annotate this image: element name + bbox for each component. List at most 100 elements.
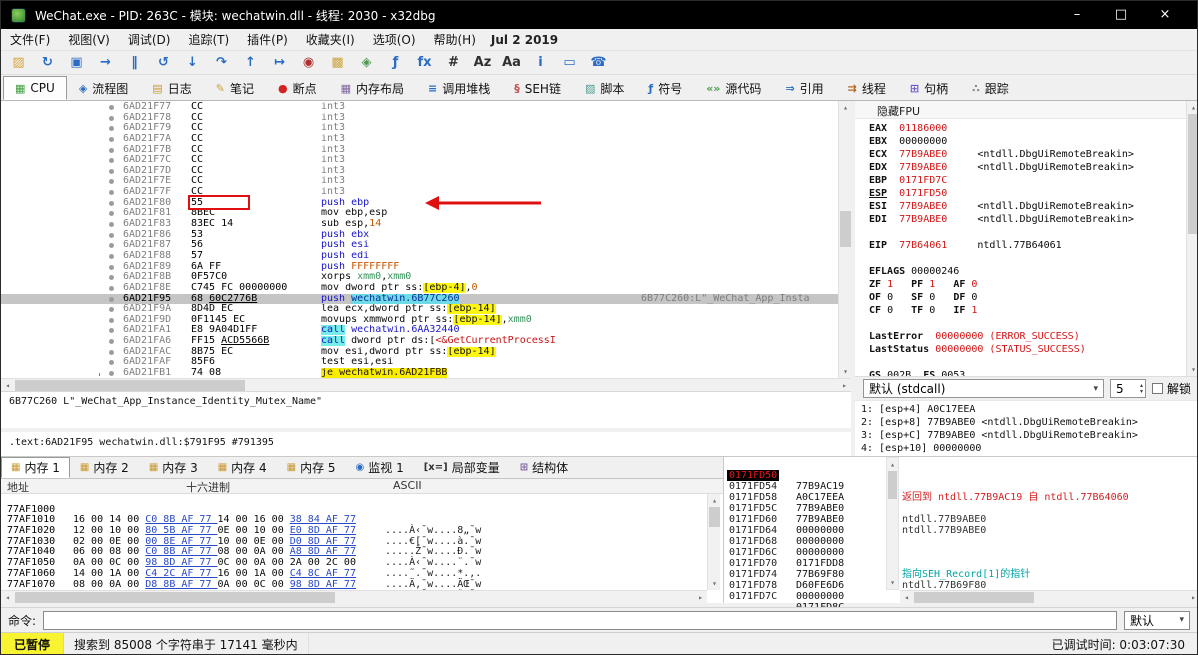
scroll-thumb[interactable]	[914, 592, 1034, 603]
breakpoint-dot[interactable]	[109, 349, 114, 355]
tab-locals[interactable]: [x=] 局部变量	[414, 457, 510, 478]
register-row[interactable]: ESI 77B9ABE0 <ntdll.DbgUiRemoteBreakin>	[869, 200, 1183, 213]
registers-vertical-scrollbar[interactable]: ▴ ▾	[1186, 101, 1197, 376]
breakpoint-dot[interactable]	[109, 126, 114, 132]
stack-row[interactable]: 0171FD74 D60FE6D6	[724, 558, 1197, 591]
breakpoint-dot[interactable]	[109, 158, 114, 164]
menu-item[interactable]: 帮助(H)	[425, 28, 485, 51]
tab-dump-5[interactable]: ▦ 内存 5	[277, 457, 346, 478]
restart-icon[interactable]: ↻	[33, 52, 62, 74]
stack-row[interactable]: 0171FD68 00000000	[724, 525, 1197, 558]
dump-horizontal-scrollbar[interactable]: ◂ ▸	[1, 590, 707, 603]
scroll-left-arrow[interactable]: ◂	[1, 591, 14, 604]
execute-till-return-icon[interactable]: ↑	[236, 52, 265, 74]
scroll-thumb[interactable]	[840, 211, 851, 247]
register-row[interactable]: EIP 77B64061 ntdll.77B64061	[869, 239, 1183, 252]
register-row[interactable]	[869, 356, 1183, 369]
tab-dump-1[interactable]: ▦ 内存 1	[1, 457, 70, 478]
search-icon[interactable]: ƒ	[381, 52, 410, 74]
disasm-row[interactable]: 6AD21F7C CC int3	[1, 155, 851, 166]
disasm-row[interactable]: 6AD21F7D CC int3	[1, 166, 851, 177]
scroll-left-arrow[interactable]: ◂	[1, 379, 14, 391]
open-file-icon[interactable]: ▨	[4, 52, 33, 74]
breakpoint-dot[interactable]	[109, 339, 114, 345]
scroll-up-arrow[interactable]: ▴	[1187, 101, 1197, 114]
scroll-right-arrow[interactable]: ▸	[838, 379, 851, 391]
stack-row[interactable]: 0171FD64 00000000	[724, 514, 1197, 547]
stack-horizontal-scrollbar[interactable]: ◂ ▸	[900, 590, 1197, 604]
scroll-right-arrow[interactable]: ▸	[1187, 591, 1197, 604]
arg-count-spinner[interactable]: 5 ▴ ▾	[1109, 379, 1146, 398]
breakpoint-dot[interactable]	[109, 190, 114, 196]
argument-row[interactable]: 3: [esp+C] 77B9ABE0 <ntdll.DbgUiRemoteBr…	[861, 429, 1197, 442]
breakpoint-dot[interactable]	[109, 243, 114, 249]
breakpoint-dot[interactable]	[109, 115, 114, 121]
register-row[interactable]: EBP 0171FD7C	[869, 174, 1183, 187]
breakpoint-dot[interactable]	[109, 285, 114, 291]
stack-view[interactable]: 0171FD50 77B9AC19 返回到 ntdll.77B9AC19 自 n…	[723, 457, 1197, 613]
scroll-up-arrow[interactable]: ▴	[708, 494, 721, 507]
tab-dump-3[interactable]: ▦ 内存 3	[139, 457, 208, 478]
windows-icon[interactable]: ▭	[555, 52, 584, 74]
register-row[interactable]: ECX 77B9ABE0 <ntdll.DbgUiRemoteBreakin>	[869, 148, 1183, 161]
scroll-right-arrow[interactable]: ▸	[694, 591, 707, 604]
disasm-row[interactable]: 6AD21F7A CC int3	[1, 134, 851, 145]
breakpoint-dot[interactable]	[109, 296, 114, 302]
disasm-row[interactable]: 6AD21F79 CC int3	[1, 123, 851, 134]
dump-row[interactable]: 77AF1000 16 00 14 00 C0 8B AF 77 14 00 1…	[1, 494, 707, 536]
breakpoint-dot[interactable]	[109, 264, 114, 270]
register-row[interactable]: LastError 00000000 (ERROR_SUCCESS)	[869, 330, 1183, 343]
tab-dump-4[interactable]: ▦ 内存 4	[208, 457, 277, 478]
disasm-row[interactable]: 6AD21F80 55 push ebp	[1, 198, 851, 209]
breakpoint-dot[interactable]	[109, 328, 114, 334]
argument-row[interactable]: 1: [esp+4] A0C17EEA	[861, 403, 1197, 416]
register-row[interactable]: EDI 77B9ABE0 <ntdll.DbgUiRemoteBreakin>	[869, 213, 1183, 226]
stack-row[interactable]: 0171FD54 A0C17EEA	[724, 470, 1197, 503]
disasm-row[interactable]: 6AD21F78 CC int3	[1, 113, 851, 124]
breakpoint-dot[interactable]	[109, 179, 114, 185]
breakpoint-dot[interactable]	[109, 307, 114, 313]
stack-row[interactable]: 0171FD5C 77B9ABE0 ntdll.77B9ABE0	[724, 492, 1197, 536]
scroll-down-arrow[interactable]: ▾	[839, 365, 851, 378]
disasm-row[interactable]: 6AD21F83 83EC 14 sub esp,14	[1, 219, 851, 230]
tab-handles[interactable]: ⊞ 句柄	[898, 76, 960, 100]
tab-struct[interactable]: ⊞ 结构体	[510, 457, 578, 478]
register-row[interactable]: OF 0 SF 0 DF 0	[869, 291, 1183, 304]
stack-vertical-scrollbar[interactable]: ▴ ▾	[886, 457, 899, 590]
disasm-row[interactable]: 6AD21FA6 FF15 ACD5566B call dword ptr ds…	[1, 336, 851, 347]
menu-item[interactable]: 收藏夹(I)	[297, 28, 364, 51]
register-row[interactable]	[869, 317, 1183, 330]
disasm-vertical-scrollbar[interactable]: ▴ ▾	[838, 101, 851, 378]
disasm-row[interactable]: 6AD21F86 53 push ebx	[1, 230, 851, 241]
scroll-left-arrow[interactable]: ◂	[900, 591, 913, 604]
pause-icon[interactable]: ‖	[120, 52, 149, 74]
breakpoint-dot[interactable]	[109, 147, 114, 153]
maximize-button[interactable]: □	[1099, 1, 1143, 29]
run-to-cursor-icon[interactable]: ↦	[265, 52, 294, 74]
scroll-thumb[interactable]	[709, 507, 720, 527]
register-row[interactable]	[869, 226, 1183, 239]
breakpoint-dot[interactable]	[109, 371, 114, 377]
dump-row[interactable]: 77AF1060 08 00 0A 00 D8 8B AF 77 0A 00 0…	[1, 558, 707, 590]
scroll-up-arrow[interactable]: ▴	[839, 101, 851, 114]
disasm-row[interactable]: 6AD21F88 57 push edi	[1, 251, 851, 262]
tab-call-stack[interactable]: ≡ 调用堆栈	[416, 76, 502, 100]
minimize-button[interactable]: –	[1055, 1, 1099, 29]
scroll-thumb[interactable]	[15, 380, 245, 391]
stack-row[interactable]: 0171FD78 00000000	[724, 569, 1197, 602]
dump-vertical-scrollbar[interactable]: ▴ ▾	[707, 494, 720, 590]
tab-threads[interactable]: ⇉ 线程	[836, 76, 898, 100]
scroll-down-arrow[interactable]: ▾	[708, 577, 721, 590]
disassembly-view[interactable]: 6AD21F77 CC int3 6AD21F78 CC int3 6AD21F…	[1, 101, 851, 391]
checkbox-box[interactable]	[1151, 383, 1163, 394]
disasm-row[interactable]: 6AD21F7B CC int3	[1, 145, 851, 156]
register-row[interactable]	[869, 252, 1183, 265]
dump-row[interactable]: 77AF1070 08 00 0A 00 A4 D7 AF 77 18 00 1…	[1, 569, 707, 590]
graph-toolbar-icon[interactable]: ◈	[352, 52, 381, 74]
breakpoint-dot[interactable]	[109, 168, 114, 174]
spinner-arrows-icon[interactable]: ▴ ▾	[1140, 382, 1143, 395]
disasm-row[interactable]: 6AD21F7F CC int3	[1, 187, 851, 198]
info-icon[interactable]: i	[526, 52, 555, 74]
disasm-row[interactable]: 6AD21F9D 0F1145 EC movups xmmword ptr ss…	[1, 314, 851, 326]
scroll-thumb[interactable]	[1188, 114, 1197, 234]
